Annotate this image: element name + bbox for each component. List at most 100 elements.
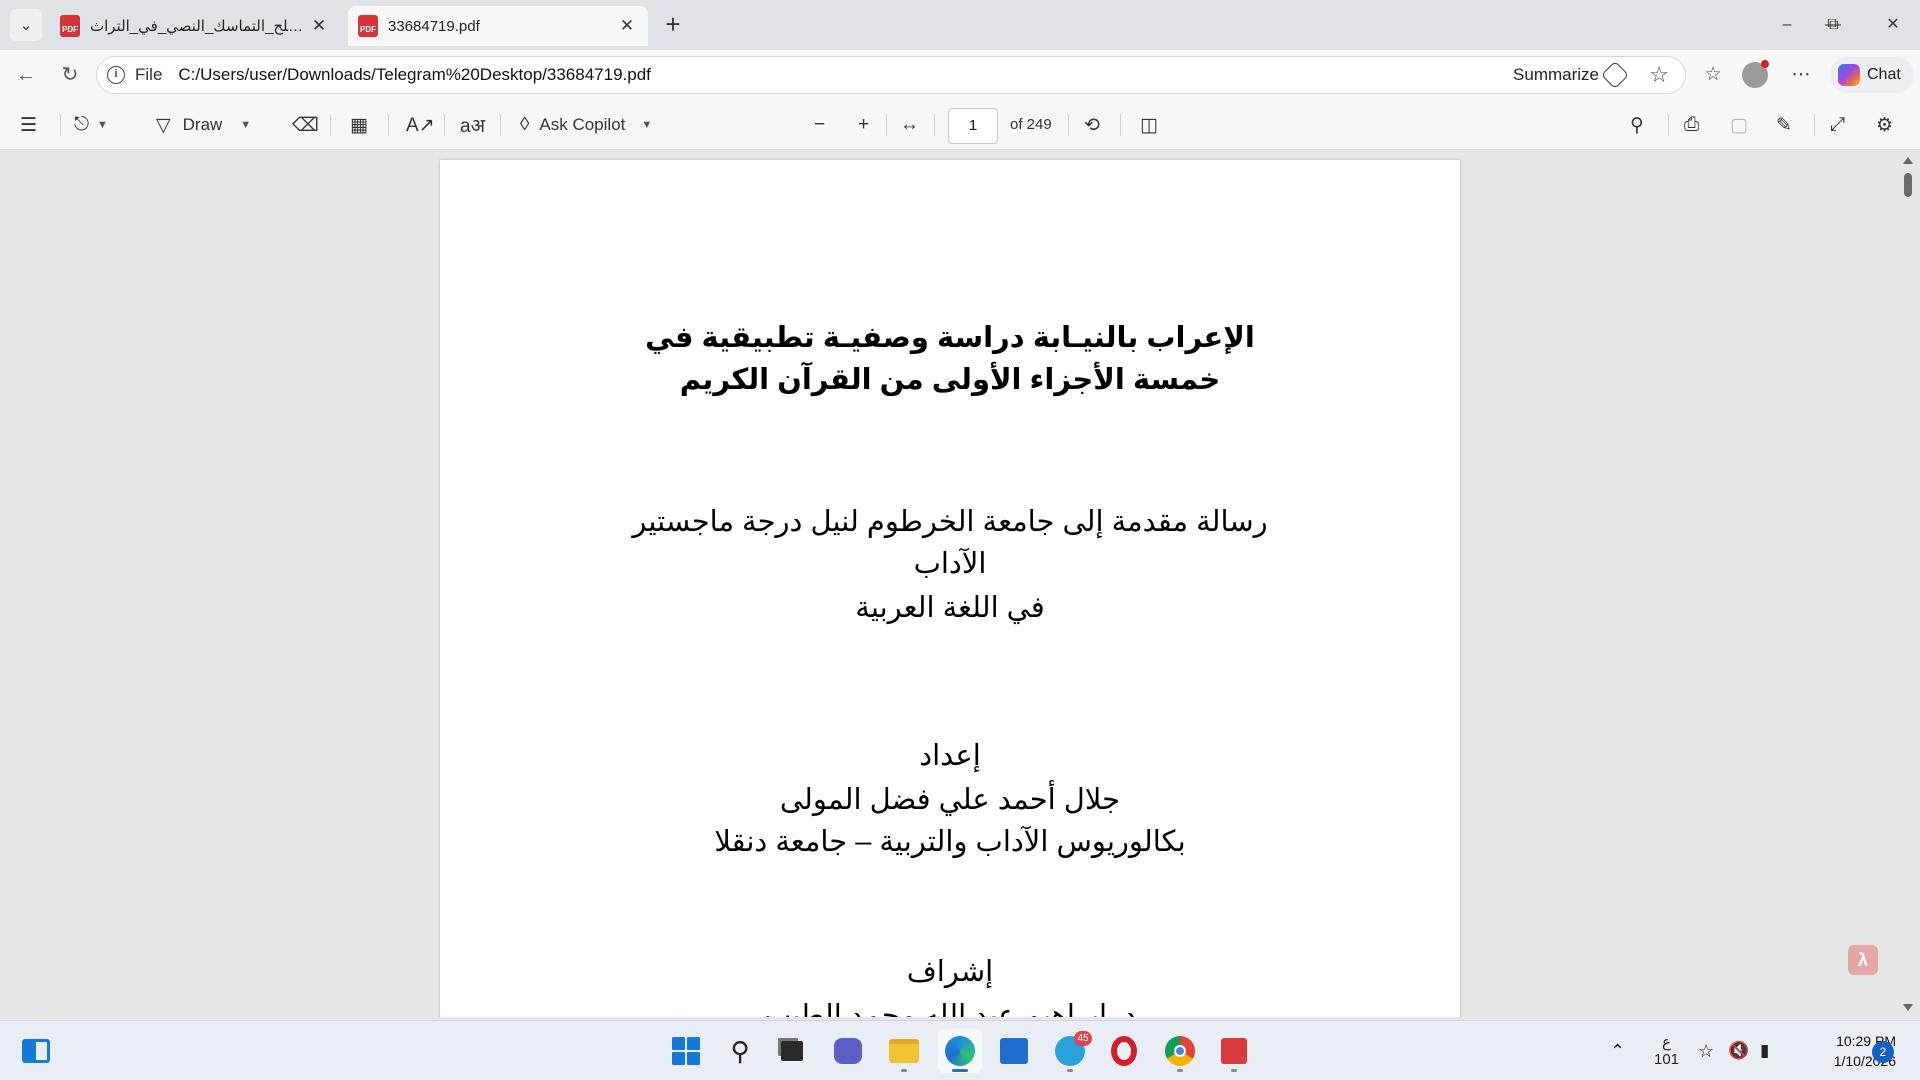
chat-label: Chat	[1867, 66, 1901, 83]
settings-and-more-button[interactable]: ⋯	[1784, 59, 1818, 91]
store-button[interactable]	[992, 1029, 1036, 1073]
pdf-toolbar: ☰ ⎋ ▼ ▽ Draw ▼ ⌫ ▦ A↗ aअ ◊ Ask Copilot ▼…	[0, 100, 1920, 150]
prepared-by-label: إعداد	[919, 740, 981, 772]
input-language-indicator[interactable]: ع 101	[1654, 1021, 1679, 1080]
highlight-button[interactable]: ⎋ ▼	[74, 100, 108, 150]
read-aloud-icon: A↗	[406, 114, 435, 136]
chrome-button[interactable]	[1158, 1029, 1202, 1073]
battery-button[interactable]: ▮	[1760, 1021, 1769, 1080]
scroll-up-arrow-icon[interactable]	[1903, 157, 1913, 164]
show-hidden-icons-button[interactable]: ⌃	[1610, 1021, 1625, 1080]
read-aloud-button[interactable]: A↗	[406, 100, 435, 150]
tab-actions-menu-button[interactable]: ⌄	[10, 9, 42, 41]
opera-button[interactable]	[1102, 1029, 1146, 1073]
minimize-button[interactable]: –	[1764, 8, 1810, 42]
copilot-chat-button[interactable]: Chat	[1830, 57, 1914, 93]
save-as-button[interactable]: ✎	[1776, 100, 1792, 150]
back-button[interactable]: ←	[10, 59, 42, 91]
running-indicator	[901, 1069, 907, 1072]
pdf-page: الإعراب بالنيـابة دراسة وصفيـة تطبيقية ف…	[440, 160, 1460, 1017]
save-button[interactable]: ▢	[1730, 100, 1748, 150]
toolbar-divider	[886, 114, 887, 136]
toolbar-divider	[1668, 114, 1669, 136]
two-page-view-icon: ◫	[1140, 114, 1158, 136]
address-bar[interactable]: i File C:/Users/user/Downloads/Telegram%…	[96, 56, 1686, 94]
gear-icon: ⚙	[1876, 114, 1894, 136]
erase-button[interactable]: ⌫	[292, 100, 319, 150]
edge-button[interactable]	[938, 1029, 982, 1073]
ime-layout-code: 101	[1654, 1051, 1680, 1068]
expand-icon: ⤢	[1830, 114, 1846, 135]
telegram-button[interactable]: 45	[1048, 1029, 1092, 1073]
author-name: جلال أحمد علي فضل المولى	[779, 784, 1121, 816]
restore-button[interactable]: ⧉	[1810, 8, 1856, 42]
widgets-button[interactable]	[14, 1029, 58, 1073]
page-number-input[interactable]: 1	[948, 108, 998, 144]
refresh-button[interactable]: ↻	[54, 59, 86, 91]
close-tab-icon[interactable]: ✕	[308, 16, 330, 36]
copilot-icon: ◊	[520, 114, 530, 135]
tab-inactive[interactable]: PDF مصطلح_التماسك_النصي_في_التراث_... ✕	[50, 6, 340, 46]
fit-to-width-button[interactable]: ↔	[900, 100, 919, 150]
site-info-icon[interactable]: i	[107, 66, 125, 84]
fit-width-icon: ↔	[900, 114, 919, 135]
vertical-scrollbar[interactable]	[1896, 151, 1920, 1017]
tab-active[interactable]: PDF 33684719.pdf ✕	[348, 6, 648, 46]
volume-button[interactable]: 🔇	[1728, 1021, 1749, 1080]
chevron-down-icon[interactable]: ▼	[641, 119, 652, 131]
contents-button[interactable]: ☰	[20, 100, 37, 150]
highlighter-icon: ⎋	[74, 114, 90, 135]
toolbar-divider	[1068, 114, 1069, 136]
teams-chat-button[interactable]	[826, 1029, 870, 1073]
print-button[interactable]: ⎙	[1684, 100, 1699, 150]
tab-title: 33684719.pdf	[388, 17, 480, 35]
rotate-button[interactable]: ⟲	[1084, 100, 1100, 150]
author-degree: بكالوريوس الآداب والتربية – جامعة دنقلا	[714, 826, 1186, 858]
page-view-button[interactable]: ◫	[1140, 100, 1158, 150]
pdf-settings-button[interactable]: ⚙	[1876, 100, 1893, 150]
add-text-button[interactable]: ▦	[350, 100, 368, 150]
translate-button[interactable]: aअ	[460, 100, 485, 150]
close-window-button[interactable]: ✕	[1870, 8, 1916, 42]
pdf-viewport[interactable]: الإعراب بالنيـابة دراسة وصفيـة تطبيقية ف…	[0, 151, 1920, 1017]
url-scheme-label: File	[135, 65, 163, 84]
chrome-icon	[1165, 1036, 1195, 1066]
draw-button[interactable]: ▽ Draw ▼	[156, 100, 251, 150]
favorites-button[interactable]: ☆	[1696, 59, 1730, 91]
start-button[interactable]	[664, 1029, 708, 1073]
widgets-icon	[22, 1039, 50, 1063]
fullscreen-button[interactable]: ⤢	[1830, 100, 1845, 150]
notification-badge[interactable]: 2	[1872, 1041, 1894, 1063]
toolbar-divider	[1814, 114, 1815, 136]
profile-notification-dot	[1761, 60, 1769, 68]
folder-icon	[889, 1039, 919, 1063]
ask-copilot-button[interactable]: ◊ Ask Copilot ▼	[520, 100, 652, 150]
opera-icon	[1111, 1036, 1137, 1066]
scrollbar-thumb[interactable]	[1904, 173, 1912, 197]
chevron-down-icon[interactable]: ▼	[97, 119, 108, 131]
task-view-button[interactable]	[770, 1029, 814, 1073]
zoom-out-button[interactable]: −	[814, 100, 825, 150]
translate-icon: aअ	[460, 116, 486, 137]
table-of-contents-icon: ☰	[20, 114, 38, 136]
scroll-down-arrow-icon[interactable]	[1903, 1004, 1913, 1011]
speaker-muted-icon: 🔇	[1728, 1041, 1750, 1060]
summarize-button[interactable]: Summarize	[1513, 60, 1630, 90]
supervision-label: إشراف	[906, 956, 994, 988]
favorites-list-icon: ☆	[1704, 64, 1722, 85]
close-tab-icon[interactable]: ✕	[616, 16, 638, 36]
url-text[interactable]: C:/Users/user/Downloads/Telegram%20Deskt…	[178, 65, 650, 85]
chevron-down-icon[interactable]: ▼	[240, 119, 251, 131]
file-explorer-button[interactable]	[882, 1029, 926, 1073]
network-status-button[interactable]: ☆	[1698, 1021, 1714, 1080]
copilot-summarize-icon	[1600, 60, 1630, 90]
add-favorite-star-icon[interactable]: ☆	[1649, 62, 1669, 88]
search-button[interactable]: ⚲	[718, 1029, 762, 1073]
acrobat-icon[interactable]: λ	[1848, 945, 1878, 975]
zoom-in-button[interactable]: +	[858, 100, 869, 150]
minus-icon: −	[814, 114, 826, 135]
find-button[interactable]: ⚲	[1630, 100, 1644, 150]
pdf-app-button[interactable]	[1212, 1029, 1256, 1073]
new-tab-button[interactable]: +	[658, 10, 688, 40]
store-bag-icon	[1000, 1038, 1028, 1064]
